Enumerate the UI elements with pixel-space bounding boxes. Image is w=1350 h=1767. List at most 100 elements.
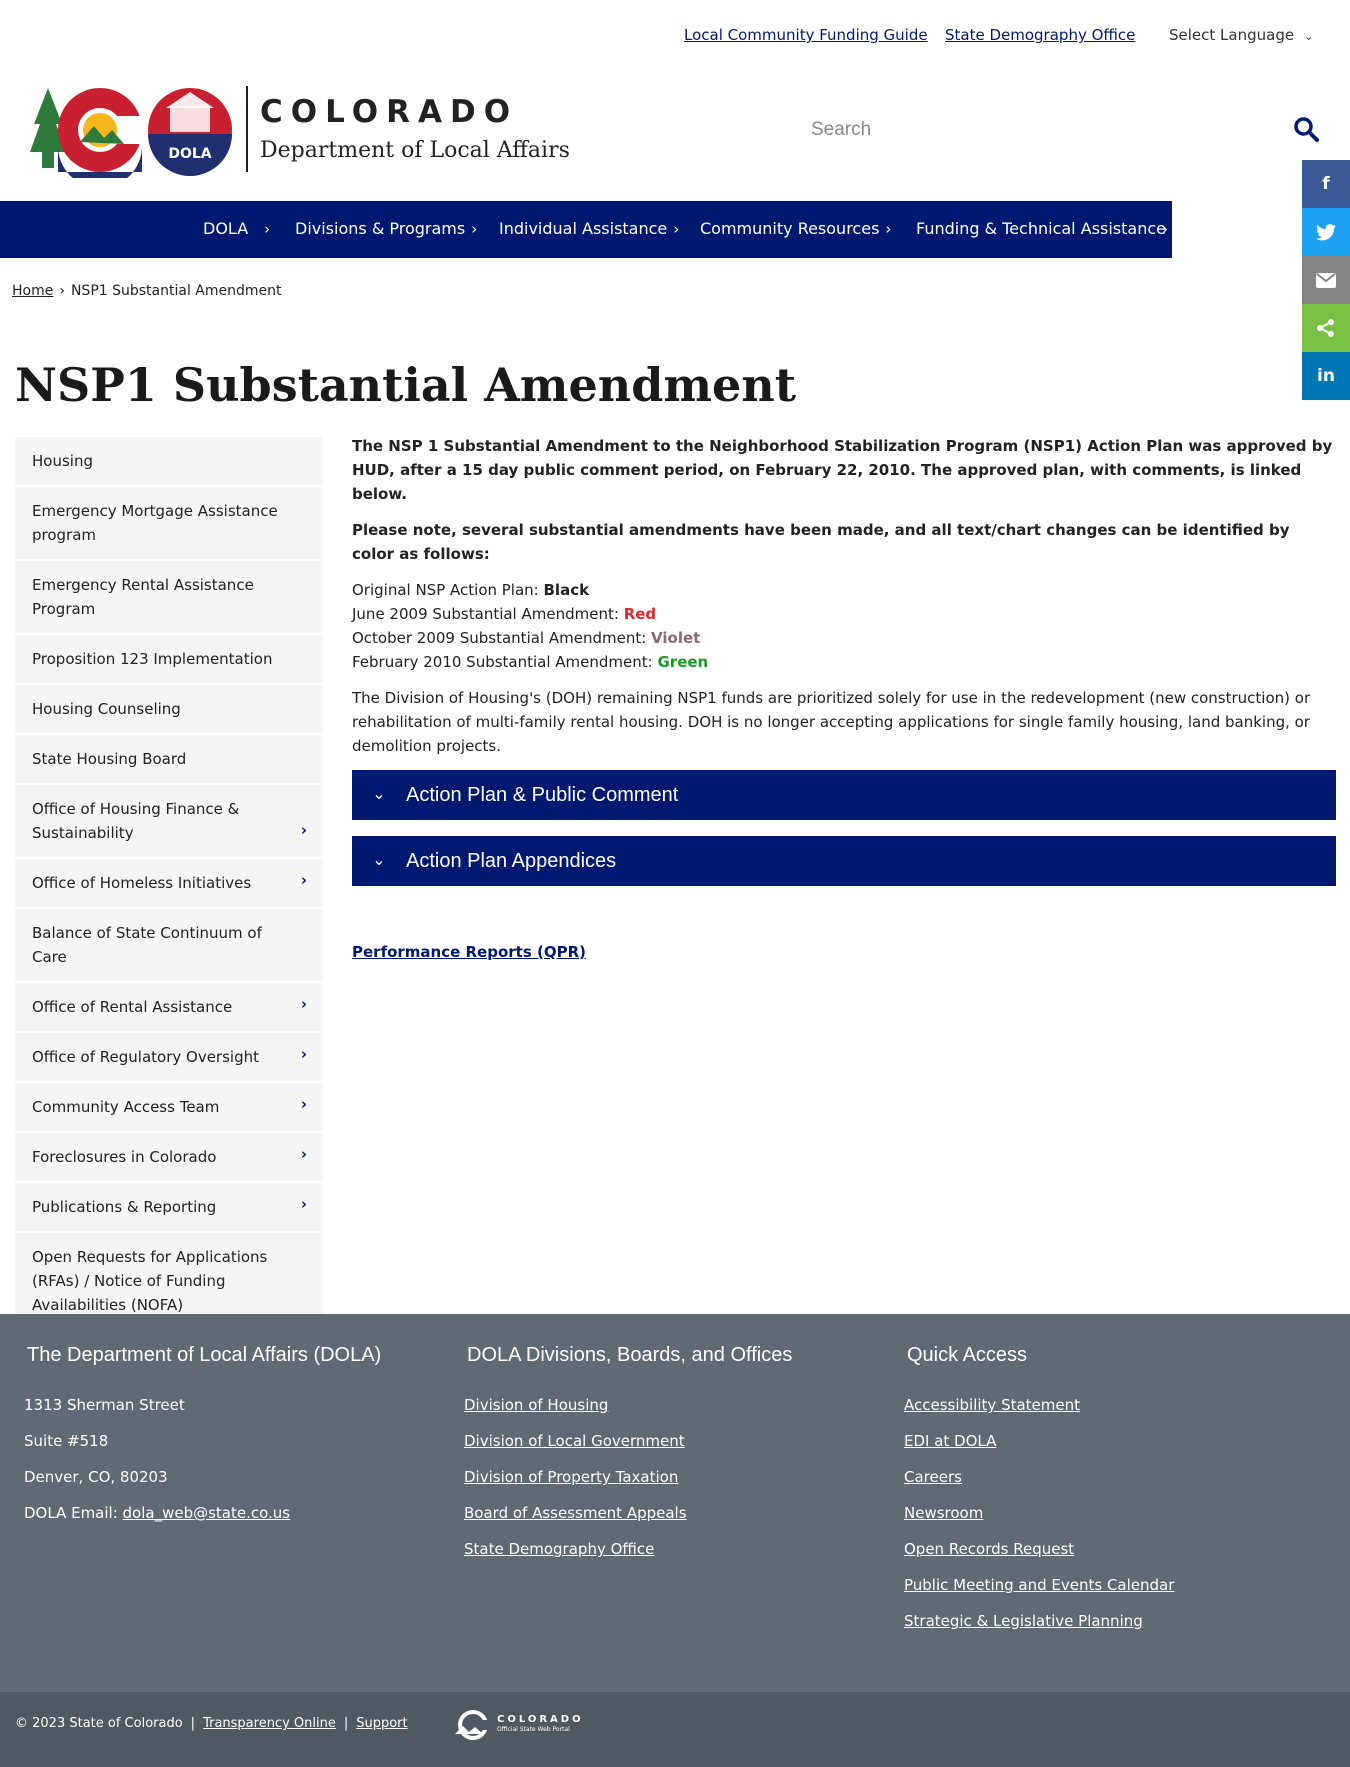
- share-button[interactable]: [1302, 304, 1350, 352]
- chevron-down-icon: ⌄: [1304, 30, 1314, 43]
- utility-bar: Local Community Funding Guide State Demo…: [0, 26, 1350, 50]
- portal-logo-title: COLORADO: [497, 1714, 584, 1725]
- accordion-title: Action Plan & Public Comment: [406, 784, 679, 806]
- side-menu-item-label: Office of Regulatory Oversight: [32, 1048, 259, 1066]
- legend-label-june: June 2009 Substantial Amendment:: [352, 605, 624, 623]
- footer-link-division-of-property-taxation[interactable]: Division of Property Taxation: [464, 1468, 678, 1486]
- nav-item-divisions-programs[interactable]: Divisions & Programs ›: [295, 219, 477, 238]
- side-menu-item-community-access-team[interactable]: Community Access Team ›: [15, 1083, 323, 1133]
- nav-item-dola[interactable]: DOLA ›: [203, 219, 270, 238]
- page-title: NSP1 Substantial Amendment: [15, 358, 796, 412]
- chevron-right-icon[interactable]: ›: [301, 1142, 307, 1166]
- nav-item-funding-technical-assistance[interactable]: Funding & Technical Assistance›: [916, 219, 1168, 238]
- search-icon[interactable]: [1293, 116, 1319, 146]
- share-sidebar: f in: [1302, 160, 1350, 400]
- side-menu-item-label: Foreclosures in Colorado: [32, 1148, 217, 1166]
- side-menu-item-homeless-initiatives[interactable]: Office of Homeless Initiatives ›: [15, 859, 323, 909]
- accordion-action-plan-public-comment[interactable]: ⌄ Action Plan & Public Comment: [352, 770, 1336, 820]
- footer-link-open-records-request[interactable]: Open Records Request: [904, 1540, 1074, 1558]
- portal-logo-subtitle: Official State Web Portal: [497, 1726, 570, 1733]
- footer-heading: The Department of Local Affairs (DOLA): [27, 1344, 382, 1366]
- facebook-icon: f: [1322, 174, 1330, 194]
- side-menu-item-label: Office of Homeless Initiatives: [32, 874, 252, 892]
- color-legend: Original NSP Action Plan: Black June 200…: [352, 578, 1336, 674]
- chevron-right-icon[interactable]: ›: [301, 818, 307, 842]
- chevron-down-icon: ⌄: [372, 786, 386, 803]
- chevron-right-icon[interactable]: ›: [301, 1042, 307, 1066]
- performance-reports-link[interactable]: Performance Reports (QPR): [352, 940, 586, 964]
- footer-link-public-meeting-calendar[interactable]: Public Meeting and Events Calendar: [904, 1576, 1174, 1594]
- breadcrumb-home-link[interactable]: Home: [12, 283, 53, 299]
- linkedin-icon: in: [1317, 366, 1335, 386]
- side-menu-item-regulatory-oversight[interactable]: Office of Regulatory Oversight ›: [15, 1033, 323, 1083]
- intro-paragraph: The NSP 1 Substantial Amendment to the N…: [352, 437, 1333, 503]
- side-menu-item-housing-counseling[interactable]: Housing Counseling: [15, 685, 323, 735]
- bottom-bar: © 2023 State of Colorado | Transparency On…: [0, 1692, 1350, 1767]
- colorado-c-logo-icon: [455, 1710, 491, 1740]
- chevron-right-icon[interactable]: ›: [301, 1192, 307, 1216]
- footer-heading: Quick Access: [907, 1344, 1028, 1366]
- chevron-right-icon[interactable]: ›: [301, 868, 307, 892]
- footer-link-newsroom[interactable]: Newsroom: [904, 1504, 983, 1522]
- local-community-funding-guide-link[interactable]: Local Community Funding Guide: [684, 26, 928, 44]
- email-share-button[interactable]: [1302, 256, 1350, 304]
- nav-item-individual-assistance[interactable]: Individual Assistance ›: [499, 219, 679, 238]
- chevron-right-icon[interactable]: ›: [301, 1092, 307, 1116]
- footer-link-careers[interactable]: Careers: [904, 1468, 962, 1486]
- site-logo[interactable]: DOLA COLORADO Department of Local Affair…: [28, 86, 588, 188]
- side-menu-item-housing-finance[interactable]: Office of Housing Finance & Sustainabili…: [15, 785, 323, 859]
- breadcrumb-current: NSP1 Substantial Amendment: [70, 283, 282, 299]
- legend-label-october: October 2009 Substantial Amendment:: [352, 629, 652, 647]
- side-menu-item-label: Housing Counseling: [32, 700, 181, 718]
- side-menu-item-foreclosures[interactable]: Foreclosures in Colorado ›: [15, 1133, 323, 1183]
- chevron-right-icon: ›: [264, 220, 271, 238]
- nav-item-label: Divisions & Programs: [295, 219, 466, 238]
- side-menu-item-rental-assistance[interactable]: Office of Rental Assistance ›: [15, 983, 323, 1033]
- colorado-portal-logo[interactable]: COLORADO Official State Web Portal: [455, 1710, 584, 1740]
- main-content: The NSP 1 Substantial Amendment to the N…: [352, 434, 1336, 964]
- side-menu-item-label: Office of Rental Assistance: [32, 998, 233, 1016]
- nav-item-label: Individual Assistance: [499, 219, 668, 238]
- chevron-down-icon: ⌄: [372, 852, 386, 869]
- side-menu-item-label: Balance of State Continuum of Care: [32, 924, 262, 966]
- side-menu-item-emergency-mortgage-assistance[interactable]: Emergency Mortgage Assistance program: [15, 487, 323, 561]
- side-menu-item-label: State Housing Board: [32, 750, 187, 768]
- footer-column-quick-access: Quick Access Accessibility Statement EDI…: [904, 1344, 1174, 1639]
- side-menu-item-proposition-123[interactable]: Proposition 123 Implementation: [15, 635, 323, 685]
- nav-item-label: Community Resources: [700, 219, 880, 238]
- side-menu-item-state-housing-board[interactable]: State Housing Board: [15, 735, 323, 785]
- side-menu-item-emergency-rental-assistance[interactable]: Emergency Rental Assistance Program: [15, 561, 323, 635]
- separator: |: [343, 1716, 349, 1731]
- footer-link-board-of-assessment-appeals[interactable]: Board of Assessment Appeals: [464, 1504, 687, 1522]
- side-menu-item-balance-of-state-coc[interactable]: Balance of State Continuum of Care: [15, 909, 323, 983]
- logo-subtitle: Department of Local Affairs: [260, 138, 570, 163]
- search-input[interactable]: [800, 112, 1260, 148]
- footer-link-division-of-local-government[interactable]: Division of Local Government: [464, 1432, 685, 1450]
- note-paragraph: Please note, several substantial amendme…: [352, 521, 1290, 563]
- footer-link-state-demography-office[interactable]: State Demography Office: [464, 1540, 654, 1558]
- support-link[interactable]: Support: [356, 1716, 407, 1731]
- chevron-right-icon[interactable]: ›: [301, 992, 307, 1016]
- side-menu-item-label: Emergency Rental Assistance Program: [32, 576, 254, 618]
- accordion-action-plan-appendices[interactable]: ⌄ Action Plan Appendices: [352, 836, 1336, 886]
- colorado-dola-logo-icon: DOLA: [30, 88, 232, 188]
- side-menu-item-publications-reporting[interactable]: Publications & Reporting ›: [15, 1183, 323, 1233]
- legend-value-violet: Violet: [651, 629, 701, 647]
- footer-link-edi-at-dola[interactable]: EDI at DOLA: [904, 1432, 996, 1450]
- footer-link-accessibility-statement[interactable]: Accessibility Statement: [904, 1396, 1080, 1414]
- footer-link-division-of-housing[interactable]: Division of Housing: [464, 1396, 608, 1414]
- footer-email-link[interactable]: dola_web@state.co.us: [123, 1504, 291, 1522]
- transparency-online-link[interactable]: Transparency Online: [203, 1716, 336, 1731]
- facebook-share-button[interactable]: f: [1302, 160, 1350, 208]
- language-select[interactable]: Select Language ⌄: [1169, 26, 1313, 44]
- twitter-share-button[interactable]: [1302, 208, 1350, 256]
- footer-link-strategic-legislative-planning[interactable]: Strategic & Legislative Planning: [904, 1612, 1143, 1630]
- side-menu-item-housing[interactable]: Housing: [15, 437, 323, 487]
- state-demography-office-link[interactable]: State Demography Office: [945, 26, 1135, 44]
- logo-title: COLORADO: [260, 94, 519, 130]
- linkedin-share-button[interactable]: in: [1302, 352, 1350, 400]
- legend-label-february: February 2010 Substantial Amendment:: [352, 653, 658, 671]
- side-menu-item-label: Housing: [32, 452, 93, 470]
- side-menu-item-label: Open Requests for Applications (RFAs) / …: [32, 1248, 268, 1314]
- nav-item-community-resources[interactable]: Community Resources ›: [700, 219, 891, 238]
